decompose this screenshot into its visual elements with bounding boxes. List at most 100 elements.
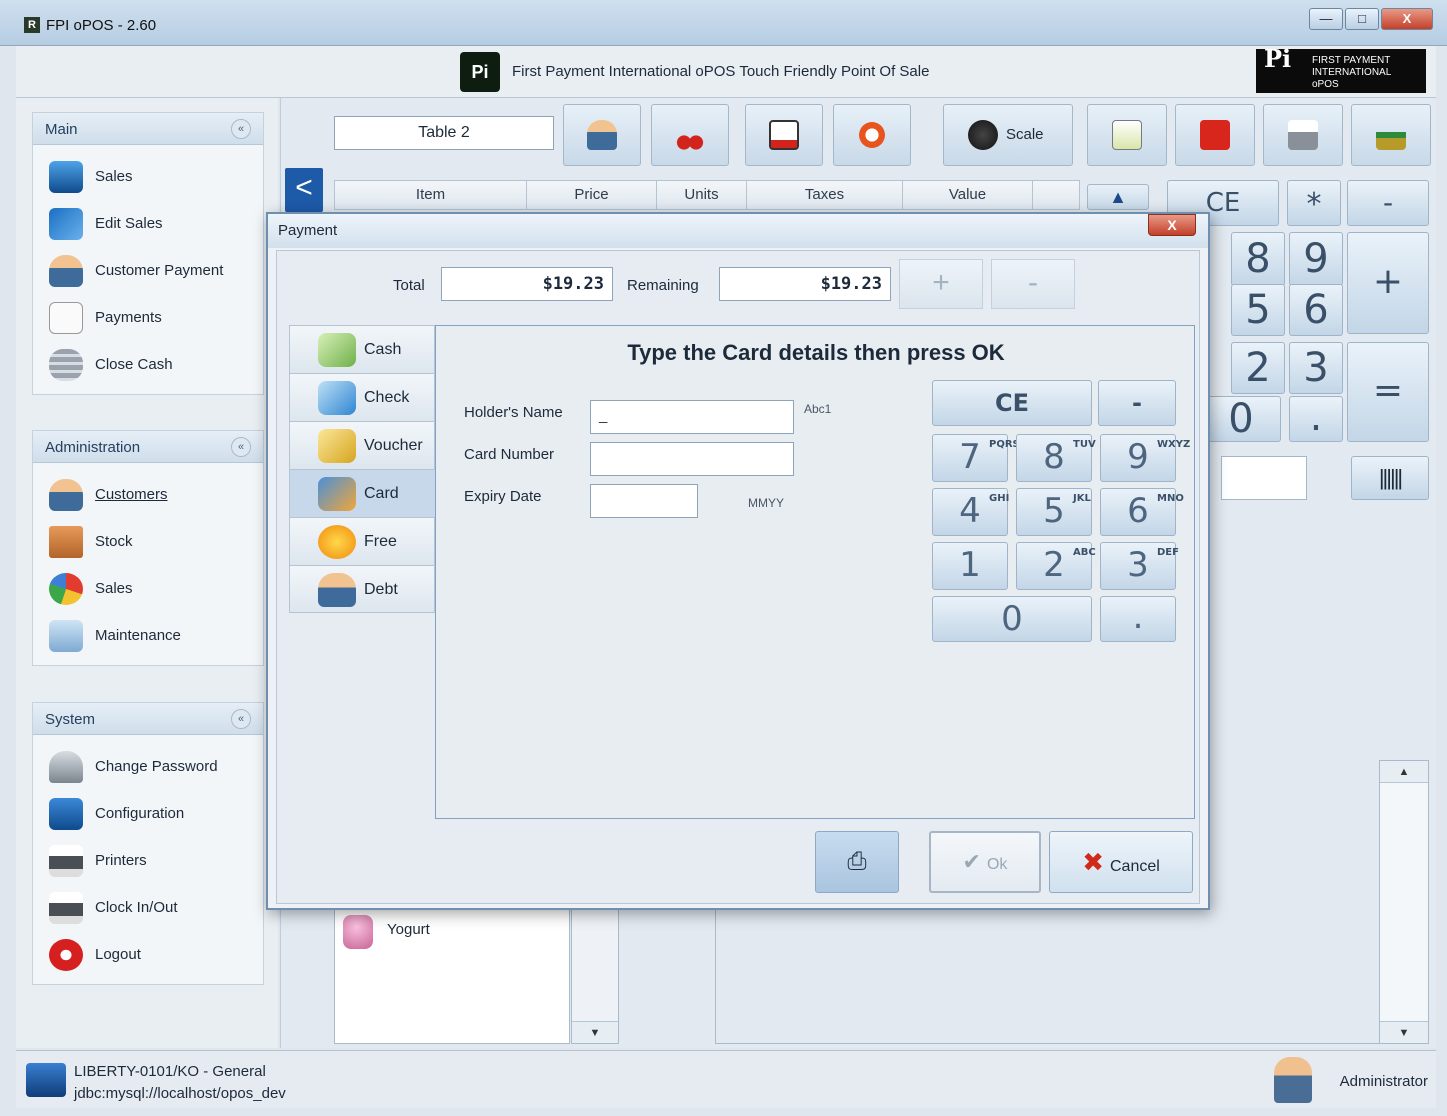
card-icon xyxy=(318,477,356,511)
scroll-down-icon[interactable]: ▼ xyxy=(572,1021,618,1043)
split-button[interactable] xyxy=(651,104,729,166)
window-close-button[interactable]: X xyxy=(1381,8,1433,30)
add-payment-button[interactable]: + xyxy=(899,259,983,309)
menu-admin-sales[interactable]: Sales xyxy=(33,565,263,612)
print-receipt-button[interactable]: ⎙ xyxy=(815,831,899,893)
menu-logout[interactable]: Logout xyxy=(33,931,263,978)
customer-button[interactable] xyxy=(563,104,641,166)
card-number-input[interactable] xyxy=(590,442,794,476)
card-key-2[interactable]: 2 ABC xyxy=(1016,542,1096,590)
tab-cash[interactable]: Cash xyxy=(289,325,435,373)
administration-panel-header[interactable]: Administration « xyxy=(33,431,263,463)
back-button[interactable]: < xyxy=(285,168,323,212)
key-6[interactable]: 6 xyxy=(1289,284,1343,336)
menu-customers[interactable]: Customers xyxy=(33,471,263,518)
tab-debt[interactable]: Debt xyxy=(289,565,435,613)
card-key-4[interactable]: 4 GHI xyxy=(932,488,1009,536)
holder-name-input[interactable]: _ xyxy=(590,400,794,434)
key-digit: 3 xyxy=(1127,545,1149,585)
key-0[interactable]: 0 xyxy=(1201,396,1281,442)
product-scrollbar[interactable]: ▼ xyxy=(571,908,619,1044)
barcode-input[interactable] xyxy=(1221,456,1307,500)
card-ce-key[interactable]: CE xyxy=(932,380,1092,426)
key-8[interactable]: 8 xyxy=(1231,232,1285,286)
menu-close-cash[interactable]: Close Cash xyxy=(33,341,263,388)
dialog-close-button[interactable]: X xyxy=(1148,214,1196,236)
discount-button[interactable] xyxy=(1175,104,1255,166)
menu-stock[interactable]: Stock xyxy=(33,518,263,565)
card-key-8[interactable]: 8 TUV xyxy=(1016,434,1096,482)
menu-configuration[interactable]: Configuration xyxy=(33,790,263,837)
menu-payments[interactable]: Payments xyxy=(33,294,263,341)
key-9[interactable]: 9 xyxy=(1289,232,1343,286)
menu-change-password[interactable]: Change Password xyxy=(33,743,263,790)
tab-free[interactable]: Free xyxy=(289,517,435,565)
table-name-field[interactable]: Table 2 xyxy=(334,116,554,150)
menu-label: Printers xyxy=(95,852,147,869)
collapse-icon[interactable]: « xyxy=(231,709,251,729)
card-key-7[interactable]: 7 PQRS xyxy=(932,434,1020,482)
multiply-key[interactable]: * xyxy=(1287,180,1341,226)
menu-printers[interactable]: Printers xyxy=(33,837,263,884)
key-letters: WXYZ xyxy=(1157,439,1191,450)
key-5[interactable]: 5 xyxy=(1231,284,1285,336)
menu-maintenance[interactable]: Maintenance xyxy=(33,612,263,659)
card-key-1[interactable]: 1 xyxy=(932,542,1008,590)
scale-button[interactable]: Scale xyxy=(943,104,1073,166)
expiry-date-input[interactable] xyxy=(590,484,698,518)
notes-button[interactable] xyxy=(1087,104,1167,166)
gear-icon xyxy=(857,120,887,150)
collapse-icon[interactable]: « xyxy=(231,119,251,139)
scroll-down-icon[interactable]: ▼ xyxy=(1380,1021,1428,1043)
remove-payment-button[interactable]: - xyxy=(991,259,1075,309)
options-button[interactable] xyxy=(833,104,911,166)
key-2[interactable]: 2 xyxy=(1231,342,1285,394)
cancel-label: Cancel xyxy=(1109,858,1160,875)
tab-check[interactable]: Check xyxy=(289,373,435,421)
menu-label: Sales xyxy=(95,580,133,597)
menu-sales[interactable]: Sales xyxy=(33,153,263,200)
cash-drawer-button[interactable] xyxy=(1351,104,1431,166)
product-yogurt[interactable]: Yogurt xyxy=(387,921,430,938)
plus-key[interactable]: + xyxy=(1347,232,1429,334)
cancel-button[interactable]: ✖ Cancel xyxy=(1049,831,1193,893)
card-minus-key[interactable]: - xyxy=(1098,380,1176,426)
user-name[interactable]: Administrator xyxy=(1340,1073,1428,1090)
brand-logo: Pi FIRST PAYMENT INTERNATIONAL oPOS xyxy=(1256,47,1426,93)
menu-clock-in-out[interactable]: Clock In/Out xyxy=(33,884,263,931)
minimize-button[interactable]: — xyxy=(1309,8,1343,30)
barcode-button[interactable]: |||||| xyxy=(1351,456,1429,500)
key-3[interactable]: 3 xyxy=(1289,342,1343,394)
collapse-icon[interactable]: « xyxy=(231,437,251,457)
window-button[interactable] xyxy=(745,104,823,166)
main-panel-header[interactable]: Main « xyxy=(33,113,263,145)
card-key-3[interactable]: 3 DEF xyxy=(1100,542,1179,590)
cash-icon xyxy=(318,333,356,367)
document-icon xyxy=(1112,120,1142,150)
equals-key[interactable]: = xyxy=(1347,342,1429,442)
system-panel-header[interactable]: System « xyxy=(33,703,263,735)
print-ticket-button[interactable] xyxy=(1263,104,1343,166)
card-key-dot[interactable]: . xyxy=(1100,596,1176,642)
customers-icon xyxy=(49,479,83,511)
card-key-6[interactable]: 6 MNO xyxy=(1100,488,1184,536)
tab-voucher[interactable]: Voucher xyxy=(289,421,435,469)
tab-card[interactable]: Card xyxy=(289,469,437,517)
pi-logo-icon: Pi xyxy=(460,52,500,92)
menu-edit-sales[interactable]: Edit Sales xyxy=(33,200,263,247)
key-dot[interactable]: . xyxy=(1289,396,1343,442)
ticket-scrollbar[interactable]: ▲ ▼ xyxy=(1379,760,1429,1044)
scissors-icon xyxy=(675,120,705,150)
maximize-button[interactable]: □ xyxy=(1345,8,1379,30)
card-key-5[interactable]: 5 JKL xyxy=(1016,488,1092,536)
line-up-button[interactable]: ▲ xyxy=(1087,184,1149,210)
remaining-field: $19.23 xyxy=(719,267,891,301)
key-digit: 7 xyxy=(959,437,981,477)
ok-button[interactable]: ✔ Ok xyxy=(929,831,1041,893)
menu-customer-payment[interactable]: Customer Payment xyxy=(33,247,263,294)
card-key-9[interactable]: 9 WXYZ xyxy=(1100,434,1191,482)
scroll-up-icon[interactable]: ▲ xyxy=(1380,761,1428,783)
menu-label: Edit Sales xyxy=(95,215,163,232)
minus-key[interactable]: - xyxy=(1347,180,1429,226)
card-key-0[interactable]: 0 xyxy=(932,596,1092,642)
